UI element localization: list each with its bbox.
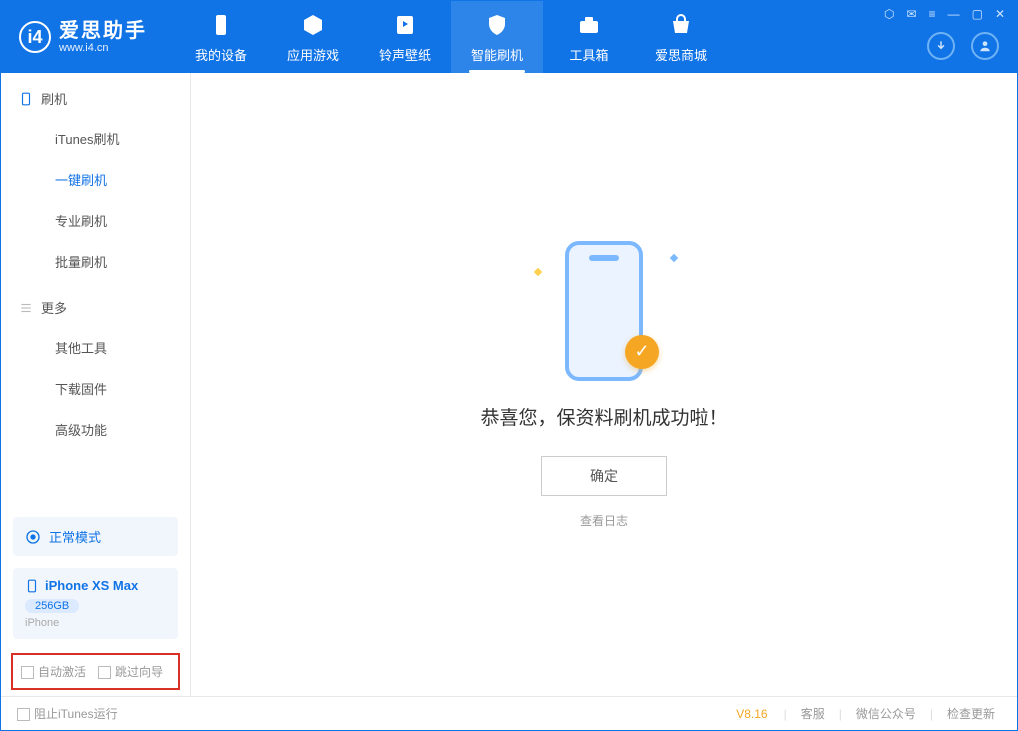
main-content: ✓ 恭喜您，保资料刷机成功啦！ 确定 查看日志 <box>191 73 1017 696</box>
tab-store[interactable]: 爱思商城 <box>635 1 727 73</box>
music-icon <box>391 11 419 39</box>
sidebar: 刷机 iTunes刷机 一键刷机 专业刷机 批量刷机 更多 其他工具 下载固件 … <box>1 73 191 696</box>
device-icon <box>207 11 235 39</box>
checkbox-auto-activate[interactable]: 自动激活 <box>21 663 86 680</box>
sidebar-section-more: 更多 <box>1 282 190 327</box>
device-storage: 256GB <box>25 599 79 613</box>
sidebar-item-batch-flash[interactable]: 批量刷机 <box>1 241 190 282</box>
download-button[interactable] <box>927 32 955 60</box>
section-title: 更多 <box>41 298 67 317</box>
sidebar-item-advanced[interactable]: 高级功能 <box>1 409 190 450</box>
auto-activate-label: 自动激活 <box>38 665 86 679</box>
skin-icon[interactable]: ⬡ <box>884 7 894 21</box>
sparkle-icon <box>534 267 542 275</box>
device-type: iPhone <box>25 617 166 629</box>
footer-link-support[interactable]: 客服 <box>795 705 831 722</box>
version-label: V8.16 <box>736 707 767 721</box>
success-message: 恭喜您，保资料刷机成功啦！ <box>480 403 727 430</box>
mode-icon <box>25 529 41 545</box>
sidebar-section-flash: 刷机 <box>1 73 190 118</box>
user-button[interactable] <box>971 32 999 60</box>
store-icon <box>667 11 695 39</box>
ok-button[interactable]: 确定 <box>541 456 667 496</box>
check-badge-icon: ✓ <box>625 335 659 369</box>
tab-ringtones[interactable]: 铃声壁纸 <box>359 1 451 73</box>
skip-guide-label: 跳过向导 <box>115 665 163 679</box>
success-illustration: ✓ <box>559 241 649 381</box>
phone-icon <box>19 92 33 106</box>
close-icon[interactable]: ✕ <box>995 7 1005 21</box>
menu-icon[interactable]: ≡ <box>929 7 936 21</box>
sparkle-icon <box>670 253 678 261</box>
window-controls: ⬡ ✉ ≡ — ▢ ✕ <box>884 7 1005 21</box>
block-itunes-label: 阻止iTunes运行 <box>34 707 118 721</box>
sidebar-item-pro-flash[interactable]: 专业刷机 <box>1 200 190 241</box>
tab-flash[interactable]: 智能刷机 <box>451 1 543 73</box>
device-card[interactable]: iPhone XS Max 256GB iPhone <box>13 568 178 639</box>
logo: i4 爱思助手 www.i4.cn <box>19 20 147 54</box>
device-name: iPhone XS Max <box>45 578 138 593</box>
checkbox-block-itunes[interactable]: 阻止iTunes运行 <box>17 705 118 722</box>
section-title: 刷机 <box>41 89 67 108</box>
view-log-link[interactable]: 查看日志 <box>580 512 628 529</box>
feedback-icon[interactable]: ✉ <box>907 7 917 21</box>
body: 刷机 iTunes刷机 一键刷机 专业刷机 批量刷机 更多 其他工具 下载固件 … <box>1 73 1017 696</box>
shield-icon <box>483 11 511 39</box>
tab-label: 应用游戏 <box>287 45 339 64</box>
footer-link-wechat[interactable]: 微信公众号 <box>850 705 922 722</box>
list-icon <box>19 301 33 315</box>
maximize-icon[interactable]: ▢ <box>972 7 983 21</box>
checkbox-skip-guide[interactable]: 跳过向导 <box>98 663 163 680</box>
tab-label: 我的设备 <box>195 45 247 64</box>
minimize-icon[interactable]: — <box>948 7 960 21</box>
toolbox-icon <box>575 11 603 39</box>
nav-tabs: 我的设备 应用游戏 铃声壁纸 智能刷机 工具箱 爱思商城 <box>175 1 727 73</box>
app-window: ⬡ ✉ ≡ — ▢ ✕ i4 爱思助手 www.i4.cn 我的设备 应用游戏 <box>0 0 1018 731</box>
options-row: 自动激活 跳过向导 <box>11 653 180 690</box>
sidebar-item-other-tools[interactable]: 其他工具 <box>1 327 190 368</box>
tab-label: 智能刷机 <box>471 45 523 64</box>
tab-label: 爱思商城 <box>655 45 707 64</box>
footer: 阻止iTunes运行 V8.16 | 客服 | 微信公众号 | 检查更新 <box>1 696 1017 730</box>
mode-indicator[interactable]: 正常模式 <box>13 517 178 556</box>
cube-icon <box>299 11 327 39</box>
sidebar-item-oneclick-flash[interactable]: 一键刷机 <box>1 159 190 200</box>
sidebar-item-download-firmware[interactable]: 下载固件 <box>1 368 190 409</box>
tab-toolbox[interactable]: 工具箱 <box>543 1 635 73</box>
tab-apps[interactable]: 应用游戏 <box>267 1 359 73</box>
mode-label: 正常模式 <box>49 527 101 546</box>
footer-link-update[interactable]: 检查更新 <box>941 705 1001 722</box>
sidebar-item-itunes-flash[interactable]: iTunes刷机 <box>1 118 190 159</box>
app-title: 爱思助手 <box>59 20 147 42</box>
tab-label: 铃声壁纸 <box>379 45 431 64</box>
tab-label: 工具箱 <box>569 45 608 64</box>
logo-icon: i4 <box>19 21 51 53</box>
app-subtitle: www.i4.cn <box>59 42 147 54</box>
tab-my-device[interactable]: 我的设备 <box>175 1 267 73</box>
device-phone-icon <box>25 579 39 593</box>
header: ⬡ ✉ ≡ — ▢ ✕ i4 爱思助手 www.i4.cn 我的设备 应用游戏 <box>1 1 1017 73</box>
